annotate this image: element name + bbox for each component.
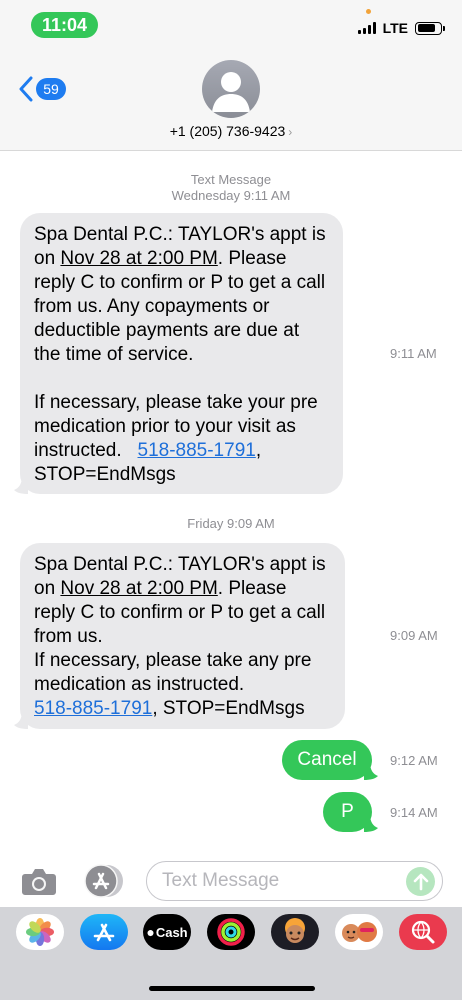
camera-button[interactable]	[21, 867, 57, 895]
phone-link[interactable]: 518-885-1791	[34, 698, 152, 719]
app-store-glyph	[93, 923, 115, 942]
message-text: P	[341, 801, 354, 822]
message-input-field[interactable]	[146, 861, 443, 901]
activity-rings	[217, 918, 245, 946]
message-time: 9:14 AM	[390, 805, 438, 820]
contact-name-button[interactable]: +1 (205) 736-9423 ›	[0, 123, 462, 139]
bubble-tail	[364, 762, 378, 780]
cellular-signal-icon	[357, 22, 376, 34]
network-type: LTE	[382, 20, 408, 36]
home-indicator[interactable]	[149, 986, 315, 991]
message-text: Cancel	[297, 749, 357, 770]
web-search-icon[interactable]	[399, 914, 447, 950]
camera-icon	[22, 869, 56, 895]
microphone-indicator-dot	[366, 9, 371, 14]
date-link[interactable]: Nov 28 at 2:00 PM	[60, 578, 217, 599]
timestamp-header: Friday 9:09 AM	[187, 516, 275, 531]
bubble-tail	[364, 814, 378, 832]
app-store-icon[interactable]	[80, 914, 128, 950]
activity-icon[interactable]	[207, 914, 255, 950]
apple-logo-icon: ●	[146, 924, 155, 940]
photos-petals	[26, 918, 54, 946]
conversation-header: 11:04 LTE 59 +1 (205) 736-9423 ›	[0, 0, 462, 151]
photos-icon[interactable]	[16, 914, 64, 950]
message-time: 9:11 AM	[390, 346, 437, 361]
send-button[interactable]	[406, 867, 435, 896]
apple-cash-icon[interactable]: ● Cash	[143, 914, 191, 950]
message-time: 9:12 AM	[390, 753, 438, 768]
contact-avatar[interactable]	[202, 60, 260, 118]
person-silhouette-icon	[212, 72, 250, 112]
date-link[interactable]: Nov 28 at 2:00 PM	[60, 248, 217, 269]
incoming-message-bubble[interactable]: Spa Dental P.C.: TAYLOR's appt is on Nov…	[14, 213, 343, 494]
memoji-stickers-icon[interactable]	[335, 914, 383, 950]
bubble-tail	[14, 711, 28, 729]
unread-count-badge: 59	[36, 78, 66, 100]
status-bar-right: LTE	[357, 20, 445, 36]
message-paragraph: Spa Dental P.C.: TAYLOR's appt is on Nov…	[34, 554, 326, 647]
battery-icon	[415, 21, 445, 35]
incoming-message-bubble[interactable]: Spa Dental P.C.: TAYLOR's appt is on Nov…	[14, 543, 345, 729]
memoji-icon[interactable]	[271, 914, 319, 950]
apps-button[interactable]	[83, 864, 125, 898]
arrow-up-icon	[413, 873, 428, 890]
message-input[interactable]	[147, 862, 397, 900]
timestamp-header: Wednesday 9:11 AM	[171, 188, 291, 203]
message-type-label: Text Message	[190, 172, 272, 187]
message-paragraph: If necessary, please take your pre medic…	[34, 392, 324, 485]
message-paragraph: If necessary, please take any pre medica…	[34, 650, 312, 719]
contact-number: +1 (205) 736-9423	[169, 123, 286, 139]
back-button[interactable]: 59	[18, 76, 66, 102]
message-paragraph: Spa Dental P.C.: TAYLOR's appt is on Nov…	[34, 224, 326, 365]
message-time: 9:09 AM	[390, 628, 438, 643]
memoji-stickers	[342, 922, 377, 942]
memoji-face	[285, 918, 305, 943]
app-store-icon	[84, 864, 123, 898]
bubble-tail	[14, 476, 28, 494]
status-time: 11:04	[31, 12, 98, 38]
outgoing-message-bubble[interactable]: Cancel	[282, 740, 378, 780]
phone-link[interactable]: 518-885-1791	[138, 440, 256, 461]
chevron-right-icon: ›	[288, 125, 293, 139]
globe-search-glyph	[411, 920, 435, 944]
outgoing-message-bubble[interactable]: P	[323, 792, 378, 832]
chevron-left-icon	[19, 76, 33, 102]
